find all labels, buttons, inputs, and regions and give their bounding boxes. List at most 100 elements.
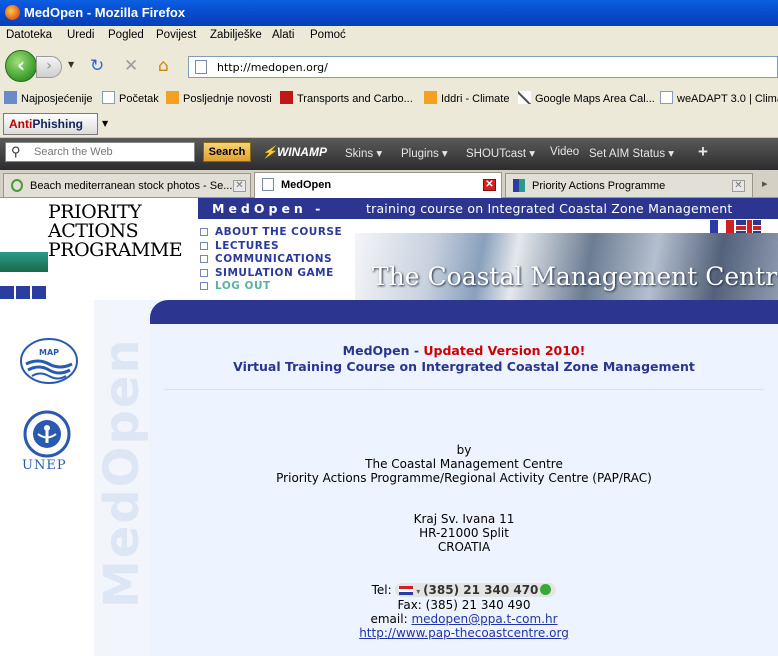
reload-icon[interactable]: ↻: [90, 58, 104, 75]
toolbar-shoutcast[interactable]: SHOUTcast ▾: [466, 146, 535, 160]
toolbar-set-aim-status[interactable]: Set AIM Status ▾: [589, 146, 674, 160]
checkbox-icon: [200, 241, 208, 250]
menu-about-the-course[interactable]: ABOUT THE COURSE: [198, 226, 342, 240]
url-bar[interactable]: http://medopen.org/: [188, 56, 778, 78]
add-icon[interactable]: +: [698, 142, 708, 162]
page-heading: MedOpen - Updated Version 2010!: [342, 343, 586, 358]
website-link[interactable]: http://www.pap-thecoastcentre.org: [359, 626, 569, 640]
url-text: http://medopen.org/: [217, 61, 328, 74]
page-icon: [262, 178, 274, 191]
site-menu: ABOUT THE COURSE LECTURES COMMUNICATIONS…: [198, 226, 342, 294]
stop-icon[interactable]: ✕: [124, 58, 138, 75]
email-link[interactable]: medopen@ppa.t-com.hr: [411, 612, 557, 626]
site-header: PRIORITY ACTIONS PROGRAMME MedOpen - tra…: [0, 198, 778, 300]
medopen-watermark: MedOpen: [94, 300, 150, 656]
menu-uredi[interactable]: Uredi: [67, 29, 94, 41]
menu-communications[interactable]: COMMUNICATIONS: [198, 253, 342, 267]
rss-icon: [166, 91, 179, 104]
bookmark-folder-icon: [4, 91, 17, 104]
page-icon: [195, 60, 207, 74]
winamp-logo[interactable]: ⚡WINAMP: [262, 145, 327, 159]
chevron-down-icon: ▾: [668, 148, 675, 160]
unep-label: UNEP: [22, 458, 67, 473]
search-icon: ⚲: [11, 144, 21, 159]
ruler-icon: [518, 91, 531, 104]
menu-lectures[interactable]: LECTURES: [198, 240, 342, 254]
chevron-down-icon: ▾: [529, 148, 536, 160]
checkbox-icon: [200, 255, 208, 263]
toolbar-video[interactable]: Video: [550, 146, 579, 158]
menu-pogled[interactable]: Pogled: [108, 29, 144, 41]
search-button[interactable]: Search: [203, 142, 251, 162]
bookmark-transports[interactable]: Transports and Carbo...: [280, 91, 413, 105]
page-icon: [102, 91, 115, 104]
menu-zabiljeske[interactable]: Zabilješke: [210, 29, 262, 41]
call-icon: [540, 584, 552, 595]
window-title: MedOpen - Mozilla Firefox: [24, 5, 186, 20]
uk-flag-icon[interactable]: [736, 220, 761, 234]
window-titlebar: MedOpen - Mozilla Firefox: [0, 0, 778, 26]
map-label: MAP: [39, 348, 59, 357]
bookmark-pocetak[interactable]: Početak: [102, 91, 159, 105]
menu-log-out[interactable]: LOG OUT: [198, 280, 342, 294]
history-dropdown-icon[interactable]: ▼: [68, 60, 74, 69]
tab-priority-actions[interactable]: Priority Actions Programme ✕: [505, 173, 753, 197]
org-full-name: Priority Actions Programme/Regional Acti…: [276, 471, 652, 485]
croatia-flag-icon: [399, 586, 414, 595]
checkbox-icon: [200, 228, 208, 236]
toolbar-skins[interactable]: Skins ▾: [345, 146, 382, 160]
web-search-input[interactable]: ⚲ Search the Web: [5, 142, 195, 162]
chevron-down-icon: ▾: [413, 587, 424, 596]
antiphishing-button[interactable]: AntiPhishing: [3, 113, 98, 135]
checkbox-icon: [200, 268, 208, 277]
close-tab-icon[interactable]: ✕: [483, 179, 496, 191]
address-city: HR-21000 Split: [419, 526, 509, 540]
map-logo-icon[interactable]: MAP: [18, 336, 80, 386]
antiphishing-dropdown-icon[interactable]: ▼: [102, 119, 108, 128]
pap-favicon-icon: [513, 179, 525, 192]
antiphishing-toolbar: AntiPhishing ▼: [0, 110, 778, 138]
skype-phone-widget[interactable]: ▾ (385) 21 340 470: [395, 583, 557, 597]
tab-medopen[interactable]: MedOpen ✕: [254, 172, 502, 198]
org-name: The Coastal Management Centre: [365, 457, 563, 471]
forward-arrow-icon: ›: [46, 58, 52, 74]
page-subheading: Virtual Training Course on Intergrated C…: [233, 359, 695, 374]
toolbar-plugins[interactable]: Plugins ▾: [401, 146, 448, 160]
winamp-toolbar: ⚲ Search the Web Search ⚡WINAMP Skins ▾ …: [0, 138, 778, 170]
address-country: CROATIA: [437, 540, 491, 554]
chevron-down-icon: ▾: [376, 148, 383, 160]
menu-alati[interactable]: Alati: [272, 29, 294, 41]
winamp-bolt-icon: ⚡: [262, 145, 277, 159]
french-flag-icon[interactable]: [710, 220, 734, 234]
menu-povijest[interactable]: Povijest: [156, 29, 196, 41]
tab-scroll-icon[interactable]: ▸: [762, 177, 768, 190]
close-tab-icon[interactable]: ✕: [233, 180, 246, 192]
telephone: Tel: ▾ (385) 21 340 470: [150, 583, 778, 597]
tab-bar: Beach mediterranean stock photos - Se...…: [0, 170, 778, 198]
by-text: by: [456, 443, 472, 457]
fax: Fax: (385) 21 340 490: [397, 598, 531, 612]
back-arrow-icon: ‹: [16, 53, 26, 77]
bookmark-posljednje-novosti[interactable]: Posljednje novosti: [166, 91, 272, 105]
bookmark-iddri[interactable]: Iddri - Climate: [424, 91, 509, 105]
checkbox-icon: [200, 282, 208, 290]
back-button[interactable]: ‹: [5, 50, 37, 82]
navigation-toolbar: ‹ › ▼ ↻ ✕ ⌂ http://medopen.org/: [0, 46, 778, 86]
menu-pomoc[interactable]: Pomoć: [310, 29, 346, 41]
bookmark-najposjecenije[interactable]: Najposjećenije: [4, 91, 93, 105]
close-tab-icon[interactable]: ✕: [732, 180, 745, 192]
pap-logo[interactable]: PRIORITY ACTIONS PROGRAMME: [48, 203, 183, 260]
address-street: Kraj Sv. Ivana 11: [413, 512, 515, 526]
bookmark-weadapt[interactable]: weADAPT 3.0 | Clima: [660, 91, 778, 105]
rss-icon: [424, 91, 437, 104]
home-icon[interactable]: ⌂: [158, 58, 169, 75]
menu-datoteka[interactable]: Datoteka: [6, 29, 52, 41]
forward-button[interactable]: ›: [36, 56, 62, 78]
tab-beach-photos[interactable]: Beach mediterranean stock photos - Se...…: [3, 173, 251, 197]
menu-simulation-game[interactable]: SIMULATION GAME: [198, 267, 342, 281]
bookmark-google-maps[interactable]: Google Maps Area Cal...: [518, 91, 655, 105]
main-panel-header-bar: [150, 300, 778, 324]
email: email: medopen@ppa.t-com.hr: [370, 612, 558, 626]
bookmarks-toolbar: Najposjećenije Početak Posljednje novost…: [0, 86, 778, 110]
website: http://www.pap-thecoastcentre.org: [150, 626, 778, 640]
